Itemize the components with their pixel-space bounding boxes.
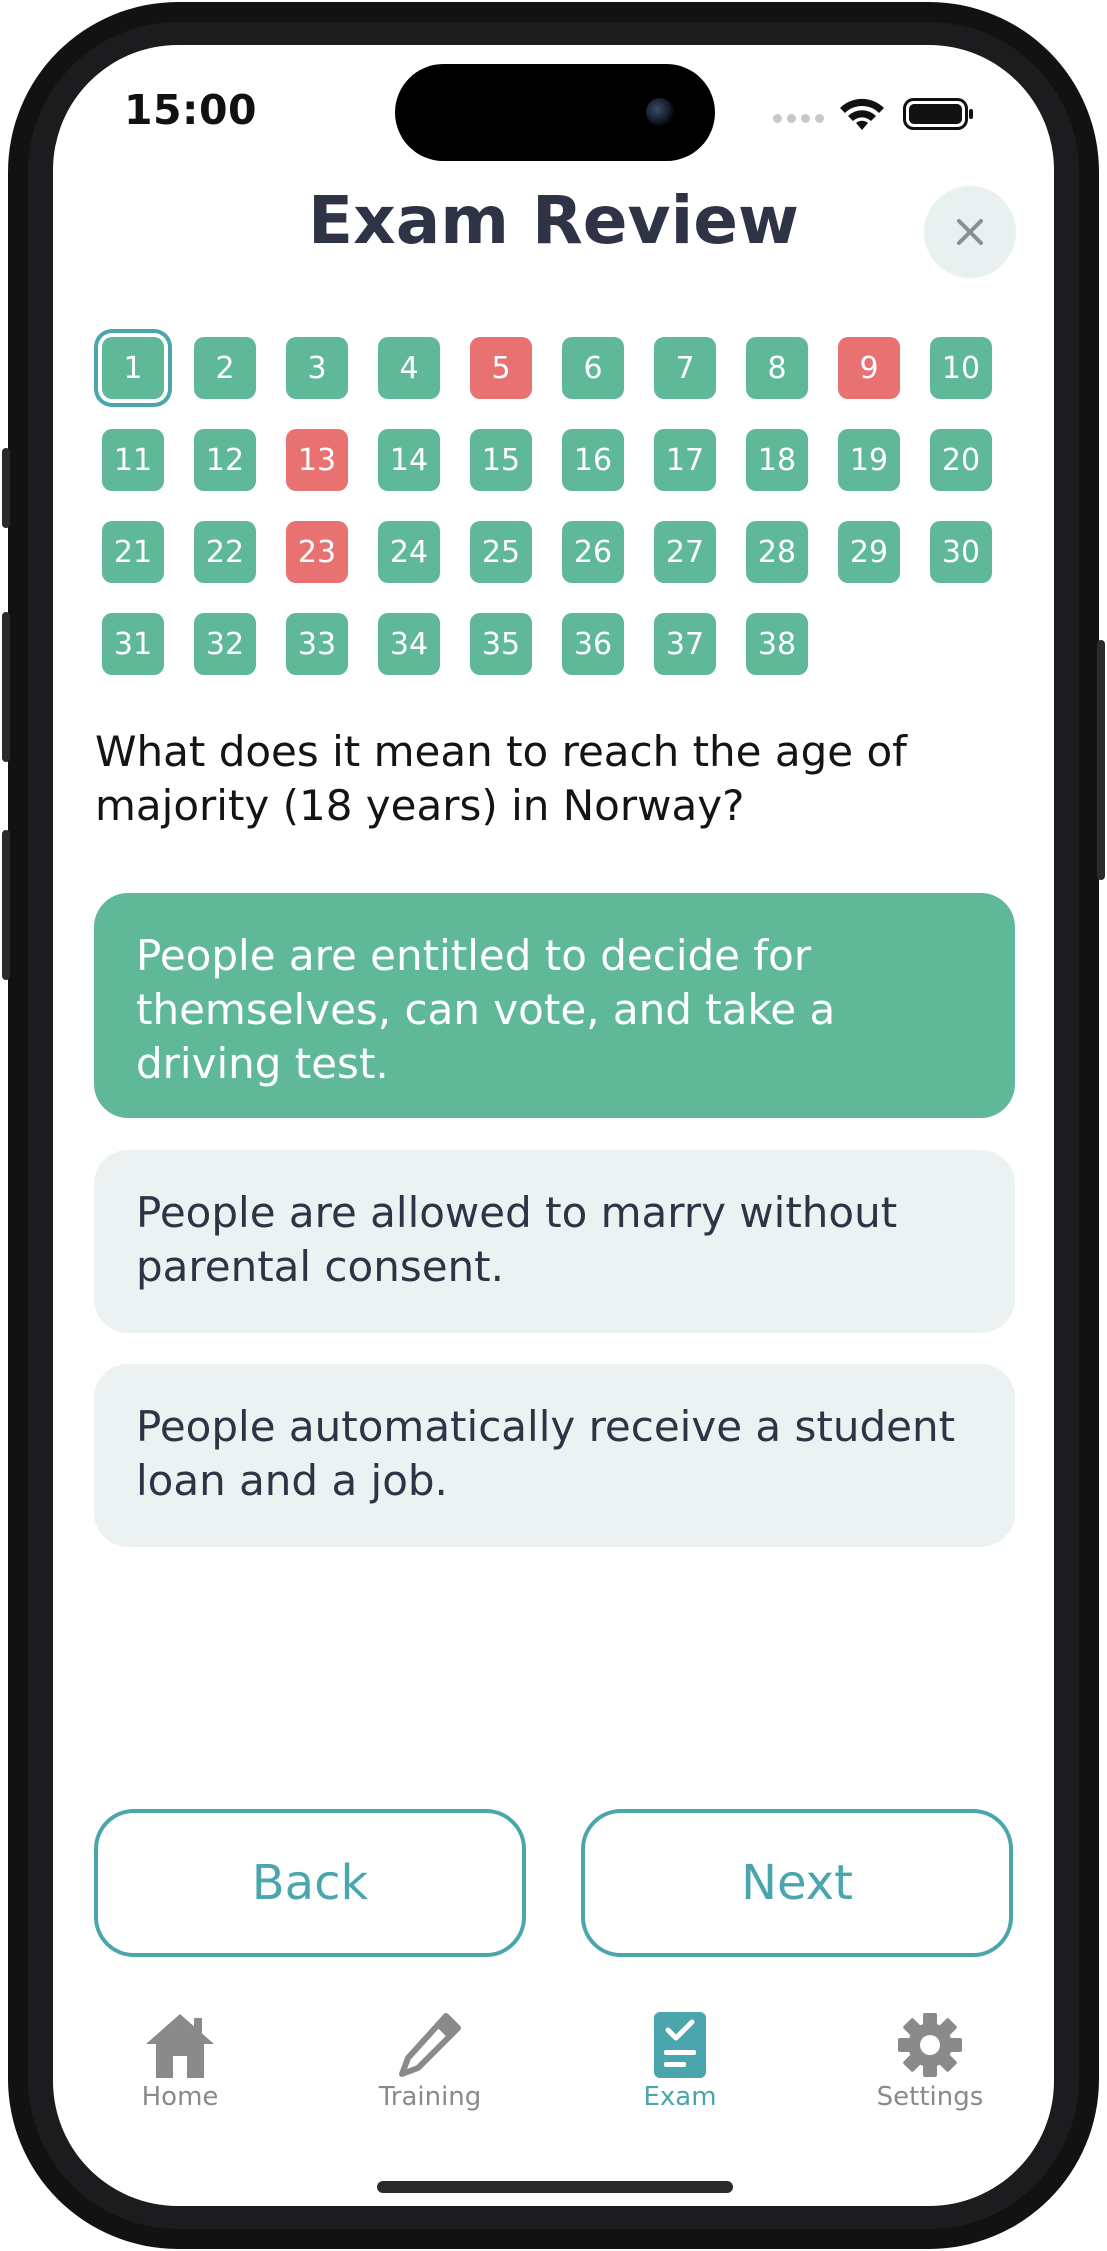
tab-bar: Home Training Exam Settings <box>55 2010 1055 2130</box>
question-number-button[interactable]: 2 <box>194 337 256 399</box>
question-number-button[interactable]: 11 <box>102 429 164 491</box>
question-number-button[interactable]: 36 <box>562 613 624 675</box>
question-number-button[interactable]: 26 <box>562 521 624 583</box>
answer-option-1[interactable]: People are entitled to decide for themse… <box>94 893 1015 1118</box>
question-number-button[interactable]: 19 <box>838 429 900 491</box>
tab-home-label: Home <box>141 2082 219 2112</box>
action-button <box>2 448 10 528</box>
question-number-button[interactable]: 21 <box>102 521 164 583</box>
question-text: What does it mean to reach the age of ma… <box>95 727 907 830</box>
tab-training[interactable]: Training <box>305 2010 555 2112</box>
question-number-button[interactable]: 17 <box>654 429 716 491</box>
phone-device: 15:00 Exam Review 1 2 3 4 5 6 7 8 9 10 11 12 13 14 15 1… <box>0 0 1107 2251</box>
next-button[interactable]: Next <box>581 1809 1013 1957</box>
pencil-icon <box>399 2013 461 2077</box>
question-number-button[interactable]: 6 <box>562 337 624 399</box>
question-number-button[interactable]: 12 <box>194 429 256 491</box>
question-number-button[interactable]: 33 <box>286 613 348 675</box>
exam-clipboard-icon <box>654 2012 706 2078</box>
question-number-button[interactable]: 15 <box>470 429 532 491</box>
home-indicator <box>377 2181 733 2193</box>
question-number-button[interactable]: 25 <box>470 521 532 583</box>
question-number-button[interactable]: 22 <box>194 521 256 583</box>
power-button <box>1097 640 1105 880</box>
question-number-button[interactable]: 20 <box>930 429 992 491</box>
question-number-button[interactable]: 3 <box>286 337 348 399</box>
question-number-button[interactable]: 35 <box>470 613 532 675</box>
question-number-button[interactable]: 30 <box>930 521 992 583</box>
question-number-button[interactable]: 27 <box>654 521 716 583</box>
question-number-button[interactable]: 31 <box>102 613 164 675</box>
question-number-button[interactable]: 5 <box>470 337 532 399</box>
tab-training-label: Training <box>378 2082 482 2112</box>
question-number-button[interactable]: 18 <box>746 429 808 491</box>
question-number-button[interactable]: 13 <box>286 429 348 491</box>
question-number-button[interactable]: 10 <box>930 337 992 399</box>
question-number-button[interactable]: 23 <box>286 521 348 583</box>
tab-home[interactable]: Home <box>55 2010 305 2112</box>
volume-down-button <box>2 830 10 980</box>
volume-up-button <box>2 612 10 762</box>
home-icon <box>146 2014 214 2078</box>
question-number-button[interactable]: 8 <box>746 337 808 399</box>
status-time: 15:00 <box>124 86 258 134</box>
question-number-button[interactable]: 34 <box>378 613 440 675</box>
close-button[interactable] <box>924 186 1016 278</box>
answer-option-3[interactable]: People automatically receive a student l… <box>94 1364 1015 1547</box>
cellular-signal-icon <box>773 114 824 123</box>
question-number-button[interactable]: 16 <box>562 429 624 491</box>
question-number-button[interactable]: 14 <box>378 429 440 491</box>
camera-icon <box>646 98 674 126</box>
wifi-icon <box>838 96 886 136</box>
question-number-button[interactable]: 29 <box>838 521 900 583</box>
battery-icon <box>903 98 975 134</box>
question-number-button[interactable]: 38 <box>746 613 808 675</box>
question-number-button[interactable]: 32 <box>194 613 256 675</box>
tab-settings-label: Settings <box>876 2082 984 2112</box>
back-button[interactable]: Back <box>94 1809 526 1957</box>
question-number-button[interactable]: 1 <box>102 337 164 399</box>
question-number-button[interactable]: 9 <box>838 337 900 399</box>
question-number-button[interactable]: 7 <box>654 337 716 399</box>
gear-icon <box>898 2013 962 2077</box>
close-icon <box>957 219 983 245</box>
question-number-button[interactable]: 4 <box>378 337 440 399</box>
tab-exam[interactable]: Exam <box>555 2010 805 2112</box>
tab-exam-label: Exam <box>643 2082 717 2112</box>
tab-settings[interactable]: Settings <box>805 2010 1055 2112</box>
question-number-button[interactable]: 24 <box>378 521 440 583</box>
answer-option-2[interactable]: People are allowed to marry without pare… <box>94 1150 1015 1333</box>
question-number-button[interactable]: 28 <box>746 521 808 583</box>
question-number-button[interactable]: 37 <box>654 613 716 675</box>
